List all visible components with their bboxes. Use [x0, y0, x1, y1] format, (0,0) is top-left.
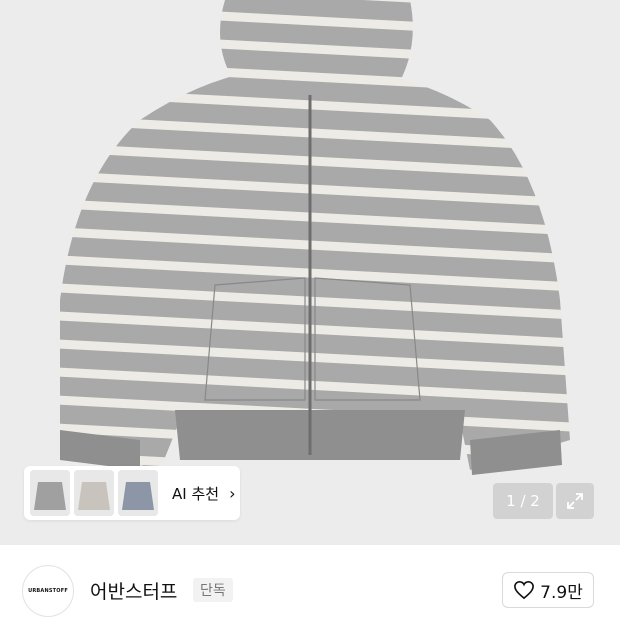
ai-recommend-label: AI 추천 — [172, 484, 220, 503]
ai-recommend-strip[interactable]: AI 추천 › — [24, 466, 240, 520]
blue-hoodie-thumb[interactable] — [118, 470, 158, 516]
like-button[interactable]: 7.9만 — [502, 572, 594, 608]
brand-logo[interactable]: URBANSTOFF — [22, 565, 74, 617]
like-count: 7.9만 — [540, 582, 583, 603]
beige-hoodie-thumb[interactable] — [74, 470, 114, 516]
exclusive-badge: 단독 — [193, 578, 233, 602]
grey-hoodie-thumb[interactable] — [30, 470, 70, 516]
heart-icon — [514, 580, 535, 600]
page-counter: 1 / 2 — [493, 483, 553, 519]
brand-logo-text: URBANSTOFF — [28, 588, 68, 594]
chevron-right-icon: › — [229, 483, 236, 503]
brand-row: URBANSTOFF 어반스터프 단독 7.9만 — [0, 545, 620, 620]
expand-button[interactable] — [556, 483, 594, 519]
brand-name[interactable]: 어반스터프 — [90, 577, 177, 604]
product-image[interactable] — [0, 0, 620, 545]
expand-icon — [567, 493, 583, 509]
